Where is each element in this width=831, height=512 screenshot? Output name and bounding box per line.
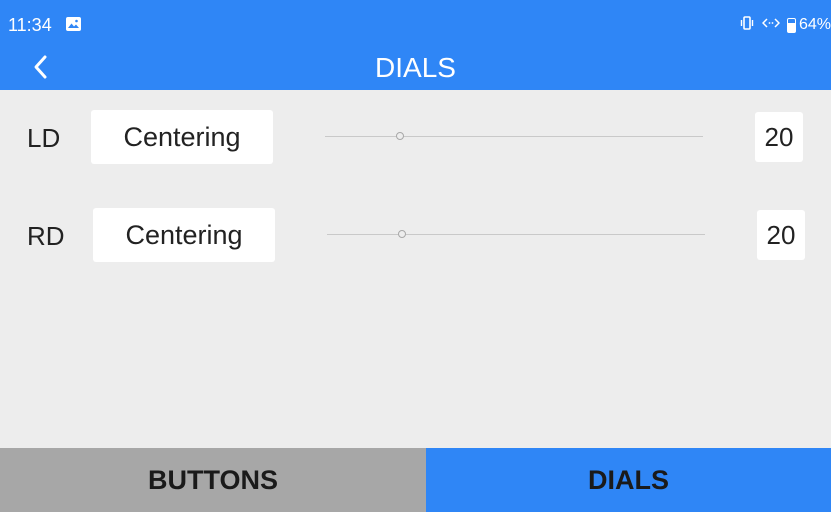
tab-dials[interactable]: DIALS <box>426 448 831 512</box>
battery-indicator: 64% <box>786 16 831 34</box>
dial-label: LD <box>27 123 61 153</box>
status-icons: 64% <box>739 15 831 35</box>
battery-percent: 64% <box>798 16 831 33</box>
title-bar: DIALS <box>0 42 831 90</box>
tab-buttons[interactable]: BUTTONS <box>0 448 426 512</box>
bottom-tab-bar: BUTTONS DIALS <box>0 448 831 512</box>
dial-row-ld: LD Centering 20 <box>0 110 831 164</box>
dial-mode-select[interactable]: Centering <box>93 208 275 262</box>
dials-settings: LD Centering 20 RD Centering 20 <box>0 90 831 448</box>
slider-thumb[interactable] <box>396 132 405 140</box>
battery-fill <box>787 23 795 32</box>
tab-label: BUTTONS <box>147 464 278 495</box>
vibrate-icon <box>739 15 755 35</box>
dial-label: RD <box>27 221 65 251</box>
tab-label: DIALS <box>588 464 669 495</box>
battery-icon <box>786 17 796 33</box>
dial-slider[interactable] <box>325 132 703 140</box>
status-time: 11:34 <box>8 15 52 35</box>
dial-row-rd: RD Centering 20 <box>0 208 831 262</box>
data-transfer-icon <box>761 16 781 34</box>
image-notification-icon <box>66 17 81 31</box>
page-title: DIALS <box>375 52 456 83</box>
dial-slider[interactable] <box>327 230 705 238</box>
dial-value-field[interactable]: 20 <box>757 210 805 260</box>
status-bar: 11:34 64% <box>0 0 831 42</box>
dial-value-field[interactable]: 20 <box>755 112 803 162</box>
dial-mode-select[interactable]: Centering <box>91 110 273 164</box>
slider-thumb[interactable] <box>398 230 407 238</box>
